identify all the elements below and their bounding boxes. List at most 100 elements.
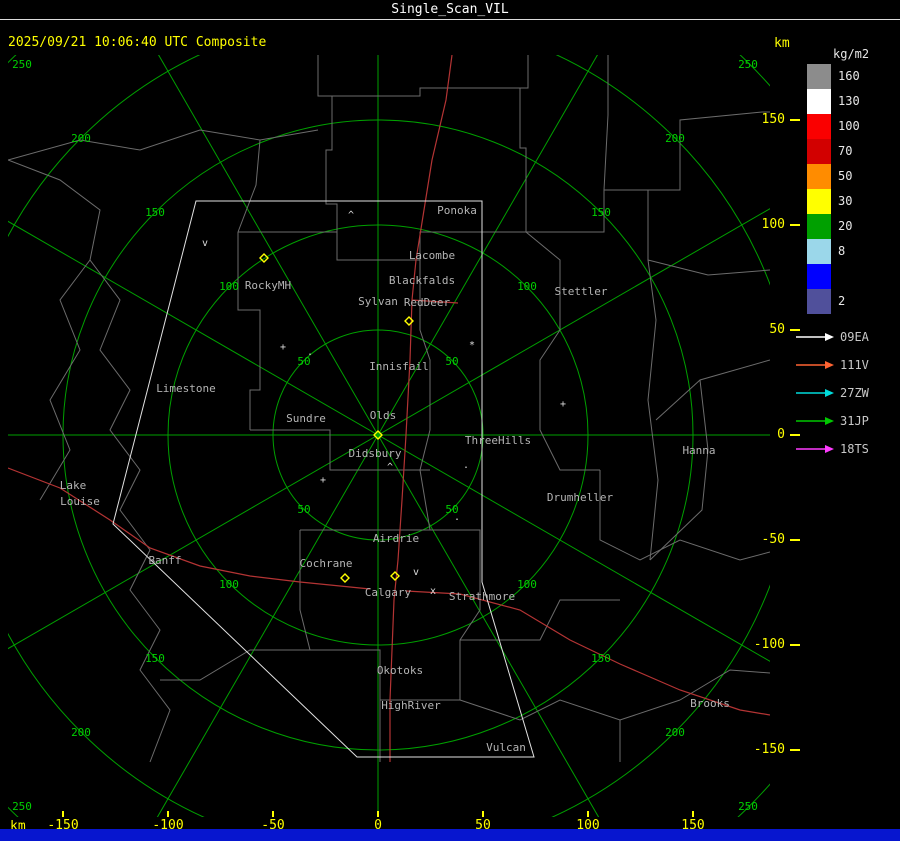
city-labels: Ponoka Lacombe Blackfalds Sylvan RedDeer Stet…: [60, 204, 730, 754]
city-label-banff: Banff: [148, 554, 181, 567]
city-label-sundre: Sundre: [286, 412, 326, 425]
range-ring-label: 250: [12, 58, 32, 71]
colorbar-swatch: [807, 89, 831, 114]
radar-map-display[interactable]: 50 5050 50100 100100 100150 150150 150200 20020…: [8, 55, 770, 817]
y-tick-mark: [790, 539, 800, 541]
station-arrow-icon: [796, 389, 834, 397]
colorbar-swatch: [807, 289, 831, 314]
x-tick-mark: [272, 811, 274, 817]
city-label-calgary: Calgary: [365, 586, 412, 599]
x-tick-mark: [482, 811, 484, 817]
window-title: Single_Scan_VIL: [391, 2, 509, 17]
range-ring-label: 150: [591, 206, 611, 219]
x-tick-mark: [167, 811, 169, 817]
city-label-innisfail: Innisfail: [369, 360, 429, 373]
colorbar-swatch: [807, 139, 831, 164]
radar-site-icon: [340, 573, 350, 583]
station-arrow-icon: [796, 417, 834, 425]
city-label-blackfalds: Blackfalds: [389, 274, 455, 287]
range-ring-label: 150: [145, 652, 165, 665]
colorbar-value: 8: [838, 244, 846, 258]
station-id: 27ZW: [840, 386, 869, 400]
city-label-airdrie: Airdrie: [373, 532, 419, 545]
range-ring-label: 100: [219, 280, 239, 293]
radar-site-icon: [390, 571, 400, 581]
bottom-status-strip: [0, 829, 900, 841]
city-label-olds: Olds: [370, 409, 397, 422]
station-legend-row: 18TS: [795, 442, 869, 456]
x-tick-mark: [62, 811, 64, 817]
colorbar-value: 30: [838, 194, 853, 208]
colorbar-swatch: [807, 189, 831, 214]
obs-marker: v: [413, 567, 419, 578]
city-label-sylvan: Sylvan: [358, 295, 398, 308]
obs-marker: v: [202, 238, 208, 249]
range-ring-label: 250: [738, 800, 758, 813]
colorbar-value: 160: [838, 69, 860, 83]
obs-marker: .: [463, 460, 469, 471]
colorbar-value: 2: [838, 294, 846, 308]
y-tick-mark: [790, 119, 800, 121]
station-id: 18TS: [840, 442, 869, 456]
city-label-louise: Louise: [60, 495, 100, 508]
colorbar-value: 100: [838, 119, 860, 133]
station-id: 31JP: [840, 414, 869, 428]
city-label-lacombe: Lacombe: [409, 249, 455, 262]
colorbar-swatch: [807, 264, 831, 289]
x-tick-mark: [377, 811, 379, 817]
city-label-ponoka: Ponoka: [437, 204, 477, 217]
range-ring-label: 50: [445, 355, 458, 368]
y-tick-label: 0: [777, 427, 785, 442]
station-legend-row: 09EA: [795, 330, 869, 344]
range-ring-label: 100: [219, 578, 239, 591]
city-label-rockymh: RockyMH: [245, 279, 291, 292]
colorbar-value: 20: [838, 219, 853, 233]
station-id: 111V: [840, 358, 869, 372]
y-tick-mark: [790, 749, 800, 751]
station-arrow-icon: [796, 361, 834, 369]
y-tick-label: 100: [761, 217, 785, 232]
range-ring-label: 150: [591, 652, 611, 665]
obs-marker: .: [307, 347, 313, 358]
range-ring-label: 200: [71, 726, 91, 739]
city-label-okotoks: Okotoks: [377, 664, 423, 677]
city-label-vulcan: Vulcan: [486, 741, 526, 754]
obs-marker: +: [320, 475, 326, 486]
obs-marker: .: [454, 512, 460, 523]
obs-marker: +: [560, 399, 566, 410]
colorbar-swatch: [807, 114, 831, 139]
obs-marker: +: [280, 342, 286, 353]
scan-timestamp: 2025/09/21 10:06:40 UTC Composite: [8, 35, 267, 50]
city-label-cochrane: Cochrane: [300, 557, 353, 570]
y-tick-mark: [790, 644, 800, 646]
station-arrow-icon: [796, 445, 834, 453]
city-label-highriver: HighRiver: [381, 699, 441, 712]
obs-marker: ^: [387, 462, 393, 473]
range-ring-label: 150: [145, 206, 165, 219]
y-tick-mark: [790, 434, 800, 436]
city-label-brooks: Brooks: [690, 697, 730, 710]
colorbar-swatch: [807, 64, 831, 89]
x-tick-mark: [692, 811, 694, 817]
colorbar-value: 50: [838, 169, 853, 183]
city-label-drumheller: Drumheller: [547, 491, 614, 504]
city-label-threehills: ThreeHills: [465, 434, 531, 447]
colorbar-value: 130: [838, 94, 860, 108]
range-ring-label: 100: [517, 280, 537, 293]
y-tick-mark: [790, 224, 800, 226]
obs-marker: *: [469, 340, 475, 351]
station-id: 09EA: [840, 330, 869, 344]
colorbar-unit-label: kg/m2: [833, 47, 870, 61]
x-tick-mark: [587, 811, 589, 817]
y-tick-label: -50: [761, 532, 785, 547]
y-tick-label: 50: [769, 322, 785, 337]
y-axis-unit-label: km: [774, 36, 790, 51]
city-label-reddeer: RedDeer: [404, 296, 451, 309]
city-label-strathmore: Strathmore: [449, 590, 515, 603]
city-label-hanna: Hanna: [682, 444, 715, 457]
city-label-limestone: Limestone: [156, 382, 216, 395]
obs-marker: ^: [348, 210, 354, 221]
station-arrow-icon: [796, 333, 834, 341]
colorbar-swatch: [807, 164, 831, 189]
y-tick-label: -100: [753, 637, 785, 652]
